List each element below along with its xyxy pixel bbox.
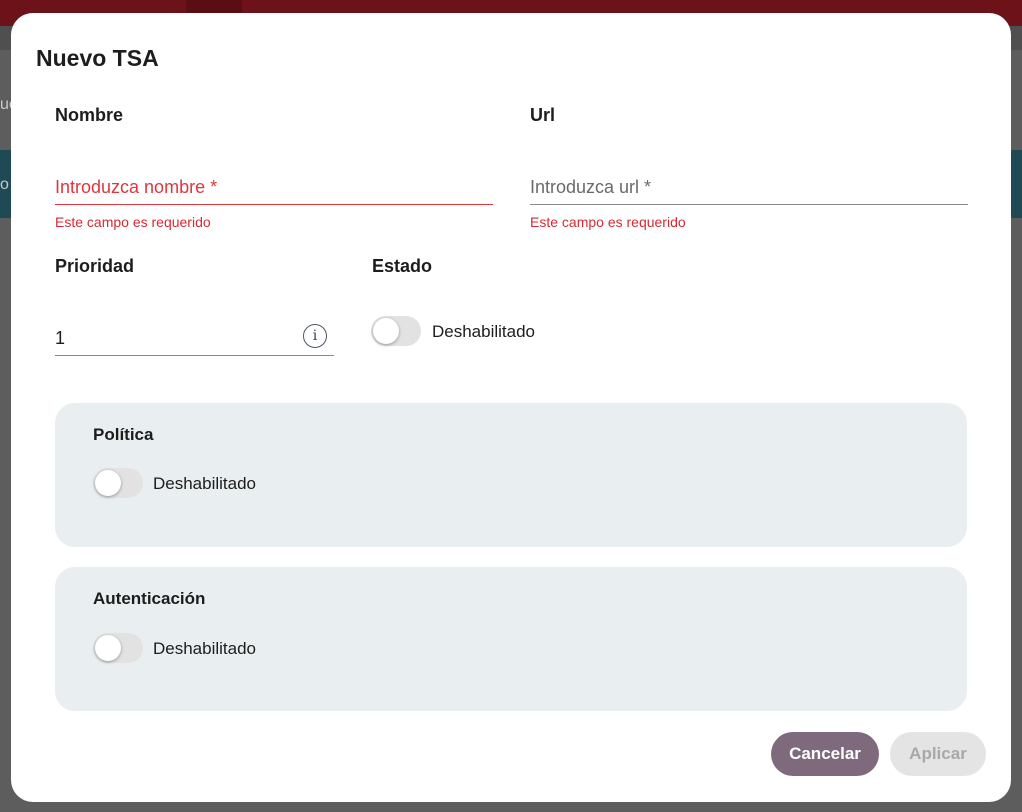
prioridad-input[interactable]: [55, 322, 334, 356]
estado-toggle[interactable]: [371, 316, 421, 346]
toggle-knob: [95, 470, 121, 496]
politica-panel: Política Deshabilitado: [55, 403, 967, 547]
toggle-knob: [373, 318, 399, 344]
politica-toggle[interactable]: [93, 468, 143, 498]
info-icon[interactable]: i: [303, 324, 327, 348]
toggle-knob: [95, 635, 121, 661]
autenticacion-toggle[interactable]: [93, 633, 143, 663]
estado-toggle-label: Deshabilitado: [432, 322, 536, 341]
politica-title: Política: [93, 425, 154, 444]
politica-toggle-label: Deshabilitado: [153, 474, 257, 493]
new-tsa-dialog: Nuevo TSA Nombre Este campo es requerido…: [11, 13, 1011, 802]
url-label: Url: [530, 105, 556, 125]
autenticacion-title: Autenticación: [93, 589, 206, 608]
url-input[interactable]: [530, 171, 968, 205]
autenticacion-toggle-label: Deshabilitado: [153, 639, 257, 658]
apply-button[interactable]: Aplicar: [890, 732, 986, 776]
estado-label: Estado: [372, 256, 433, 276]
dialog-title: Nuevo TSA: [36, 45, 159, 71]
autenticacion-panel: Autenticación Deshabilitado: [55, 567, 967, 711]
nombre-error: Este campo es requerido: [55, 214, 211, 230]
nombre-input[interactable]: [55, 171, 493, 205]
prioridad-label: Prioridad: [55, 256, 135, 276]
cancel-button[interactable]: Cancelar: [771, 732, 879, 776]
nombre-label: Nombre: [55, 105, 124, 125]
background-text-fragment: o: [0, 176, 9, 193]
url-error: Este campo es requerido: [530, 214, 686, 230]
